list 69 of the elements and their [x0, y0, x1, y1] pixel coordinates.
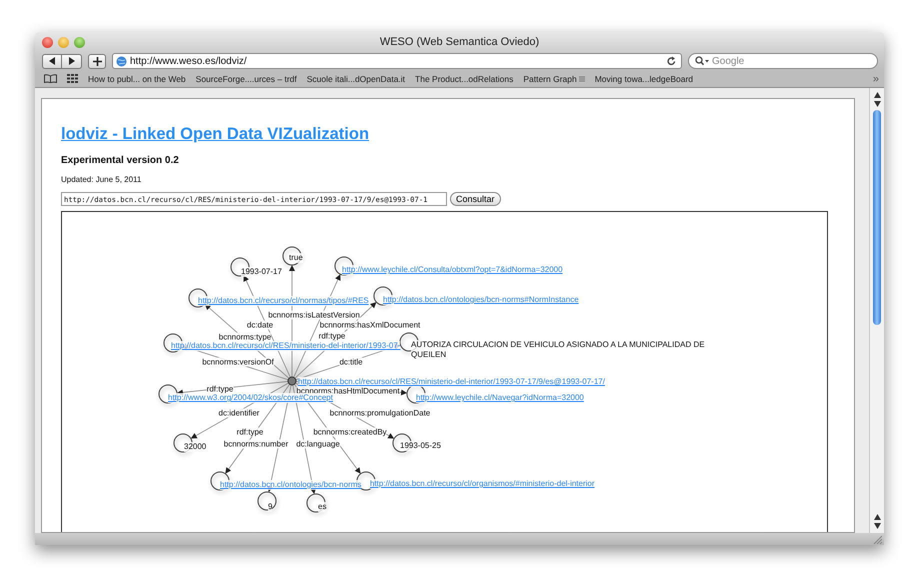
scroll-up-icon[interactable]: [874, 92, 880, 98]
bookmark-link[interactable]: SourceForge....urces – trdf: [196, 74, 297, 84]
edge-label: rdf:type: [318, 332, 346, 340]
node-label: 1993-07-17: [241, 267, 282, 277]
book-icon[interactable]: [44, 74, 57, 83]
edge-label: bcnnorms:createdBy: [313, 428, 387, 436]
edge-label: dc:language: [296, 440, 340, 448]
node-label: es: [318, 502, 326, 512]
node-label: 32000: [184, 442, 206, 452]
search-icon: [695, 56, 709, 66]
bookmark-link[interactable]: Scuole itali...dOpenData.it: [306, 74, 406, 84]
back-icon: [48, 57, 56, 65]
edge-label: bcnnorms:versionOf: [202, 358, 274, 366]
node-link[interactable]: http://www.leychile.cl/Consulta/obtxml?opt=7&idNorma=32000: [342, 265, 563, 275]
bookmark-link[interactable]: The Product...odRelations: [415, 74, 514, 84]
bookmark-link[interactable]: Moving towa...ledgeBoard: [594, 74, 693, 84]
add-bookmark-button[interactable]: [88, 54, 106, 68]
edge-label: rdf:type: [236, 428, 264, 436]
search-placeholder: Google: [712, 56, 744, 66]
edge-label: bcnnorms:isLatestVersion: [268, 310, 360, 320]
grid-icon[interactable]: [67, 74, 78, 83]
edge-label: bcnnorms:type: [218, 332, 272, 342]
folder-menu-icon: [578, 76, 585, 82]
address-field[interactable]: http://www.weso.es/lodviz/: [112, 53, 682, 69]
edge-label: bcnnorms:hasXmlDocument: [320, 320, 420, 330]
node-link[interactable]: http://datos.bcn.cl/ontologies/bcn-norms: [220, 480, 362, 490]
page-title-link[interactable]: lodviz - Linked Open Data VIZualization: [61, 125, 370, 144]
updated-text: Updated: June 5, 2011: [61, 175, 142, 184]
close-button[interactable]: [42, 36, 53, 48]
edge-label: rdf:type: [206, 384, 234, 394]
resize-grip-icon[interactable]: [873, 534, 882, 544]
edge-label: dc:title: [339, 358, 363, 366]
vertical-scrollbar[interactable]: [869, 88, 884, 533]
globe-icon: [116, 56, 127, 66]
center-node[interactable]: [288, 376, 296, 386]
center-node-link[interactable]: http://datos.bcn.cl/recurso/cl/RES/ministerio-del-interior/1993-07-17/9/es@1993-07-17/: [298, 377, 605, 387]
node-link[interactable]: http://datos.bcn.cl/recurso/cl/organismos/#ministerio-del-interior: [370, 479, 595, 489]
back-button[interactable]: [42, 54, 62, 68]
node-label: 1993-05-25: [400, 441, 441, 451]
edge-label: bcnnorms:number: [224, 440, 288, 448]
graph-node[interactable]: [306, 494, 326, 512]
version-text: Experimental version 0.2: [61, 155, 180, 166]
search-field[interactable]: Google: [688, 53, 878, 69]
window-title: WESO (Web Semantica Oviedo): [378, 36, 540, 48]
node-link[interactable]: http://datos.bcn.cl/recurso/cl/RES/ministerio-del-interior/1993-07-: [171, 341, 400, 351]
graph-node[interactable]: [258, 492, 276, 510]
edge-label: bcnnorms:promulgationDate: [330, 408, 430, 418]
scroll-down-icon[interactable]: [874, 101, 880, 107]
edge-label: dc:date: [246, 320, 274, 330]
node-label: 9: [268, 502, 272, 512]
address-text: http://www.weso.es/lodviz/: [130, 56, 248, 66]
node-link[interactable]: http://datos.bcn.cl/recurso/cl/normas/tipos/#RES: [198, 296, 369, 306]
graph-node[interactable]: [282, 246, 302, 266]
scroll-up-icon[interactable]: [874, 514, 880, 520]
edge-label: dc:identifier: [218, 408, 260, 418]
plus-icon: [92, 56, 102, 66]
consultar-button[interactable]: Consultar: [450, 192, 501, 206]
reload-icon[interactable]: [667, 56, 676, 66]
forward-icon: [68, 57, 75, 65]
node-link[interactable]: http://www.leychile.cl/Navegar?idNorma=32000: [416, 393, 584, 403]
node-link[interactable]: http://datos.bcn.cl/ontologies/bcn-norms#NormInstance: [383, 295, 579, 305]
forward-button[interactable]: [62, 54, 82, 68]
scroll-thumb[interactable]: [873, 110, 881, 325]
more-bookmarks-button[interactable]: »: [872, 72, 879, 84]
scroll-down-icon[interactable]: [874, 523, 880, 529]
node-label: true: [289, 253, 303, 263]
node-link[interactable]: http://www.w3.org/2004/02/skos/core#Concept: [168, 393, 333, 403]
bookmark-link[interactable]: How to publ... on the Web: [88, 74, 186, 84]
bookmark-folder[interactable]: Pattern Graph: [523, 74, 585, 84]
